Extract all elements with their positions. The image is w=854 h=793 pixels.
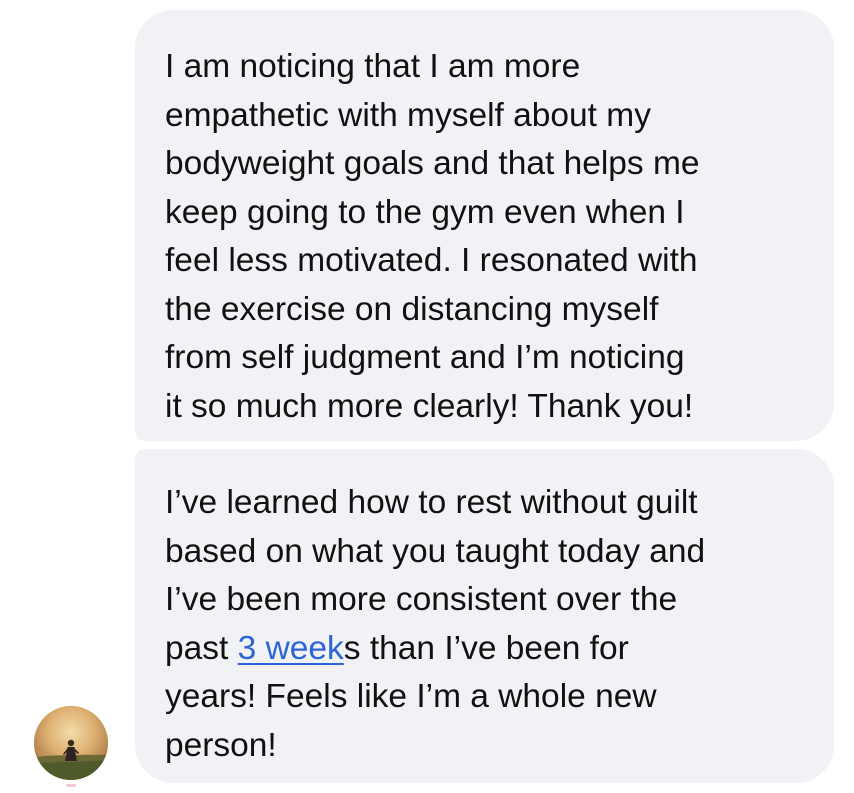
duration-link[interactable]: 3 week bbox=[238, 630, 344, 667]
message-line: it so much more clearly! Thank you! bbox=[165, 387, 694, 425]
message-line: years! Feels like I’m a whole new bbox=[165, 678, 657, 715]
message-line-with-link: past 3 weeks than I’ve been for bbox=[165, 625, 810, 674]
avatar[interactable] bbox=[34, 706, 108, 780]
message-line: I’ve learned how to rest without guilt bbox=[165, 484, 698, 521]
message-line: empathetic with myself about my bbox=[165, 96, 651, 134]
message-line: I’ve been more consistent over the bbox=[165, 581, 678, 618]
message-bubble-1[interactable]: I am noticing that I am more empathetic … bbox=[135, 10, 834, 441]
message-line: from self judgment and I’m noticing bbox=[165, 339, 685, 376]
message-line: keep going to the gym even when I bbox=[165, 193, 685, 231]
message-line: feel less motivated. I resonated with bbox=[165, 242, 698, 279]
message-line: based on what you taught today and bbox=[165, 532, 706, 570]
online-indicator bbox=[66, 784, 76, 787]
message-text-before-link: past bbox=[165, 629, 238, 667]
person-in-field-icon bbox=[34, 706, 108, 780]
message-line: I am noticing that I am more bbox=[165, 48, 581, 85]
message-line: bodyweight goals and that helps me bbox=[165, 145, 700, 182]
message-line: the exercise on distancing myself bbox=[165, 290, 659, 328]
message-bubble-2[interactable]: I’ve learned how to rest without guilt b… bbox=[135, 449, 834, 783]
message-line: person! bbox=[165, 726, 277, 764]
message-text-after-link: s than I’ve been for bbox=[343, 629, 629, 667]
